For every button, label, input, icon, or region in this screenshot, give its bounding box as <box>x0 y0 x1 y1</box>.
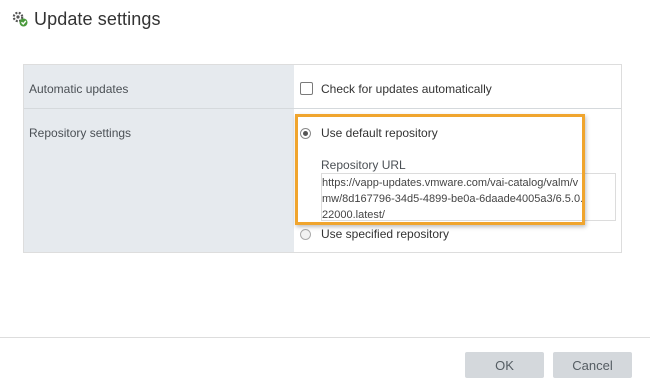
specified-repository-radio[interactable] <box>300 229 311 240</box>
dialog-title: Update settings <box>34 8 161 29</box>
repository-settings-label: Repository settings <box>29 126 132 140</box>
check-updates-label[interactable]: Check for updates automatically <box>321 82 492 96</box>
cancel-button[interactable]: Cancel <box>553 352 632 378</box>
dialog-title-bar: Update settings <box>12 6 161 32</box>
settings-table: Automatic updates Check for updates auto… <box>23 64 622 253</box>
automatic-updates-label: Automatic updates <box>29 82 129 96</box>
default-repository-label[interactable]: Use default repository <box>321 126 438 140</box>
row-divider <box>24 108 621 109</box>
footer-divider <box>0 337 650 338</box>
specified-repository-label[interactable]: Use specified repository <box>321 227 449 241</box>
repository-url-label: Repository URL <box>321 158 406 172</box>
ok-button[interactable]: OK <box>465 352 544 378</box>
repository-url-value: https://vapp-updates.vmware.com/vai-cata… <box>322 177 584 221</box>
update-settings-icon <box>12 11 29 28</box>
check-updates-checkbox[interactable] <box>300 82 313 95</box>
default-repository-radio[interactable] <box>300 128 311 139</box>
